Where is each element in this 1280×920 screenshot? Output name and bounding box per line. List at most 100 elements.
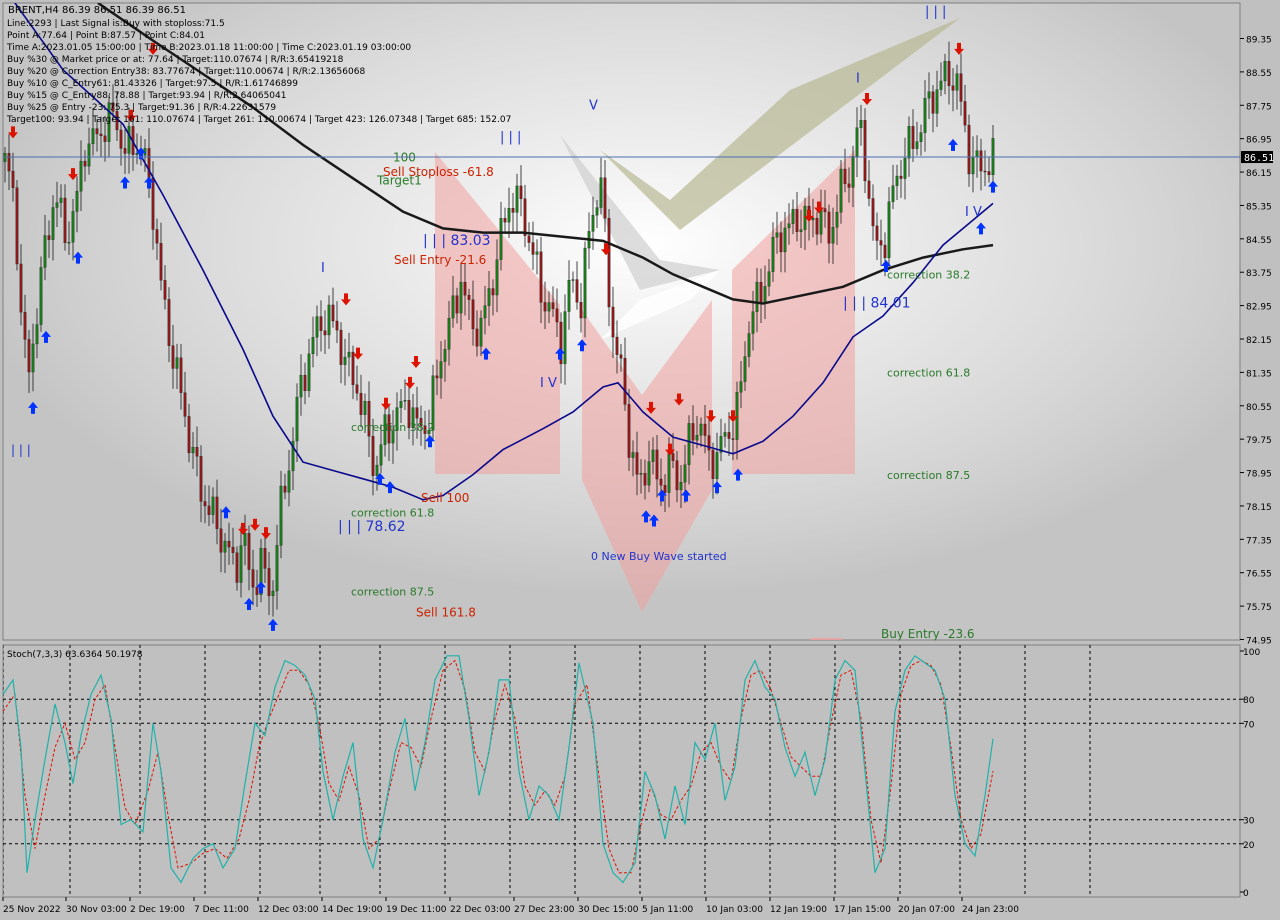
candle-down <box>795 209 799 232</box>
candle-down <box>467 295 471 300</box>
candle-up <box>851 156 855 188</box>
chart-annotation: correction 87.5 <box>351 586 434 599</box>
signal-info-line: Line:2293 | Last Signal is:Buy with stop… <box>7 19 225 29</box>
signal-info-line: Point A:77.64 | Point B:87.57 | Point C:… <box>7 31 205 41</box>
candle-down <box>983 170 987 173</box>
chart-canvas[interactable]: Sell Stoploss -61.8100Target1| | | 83.03… <box>0 0 1280 920</box>
candle-down <box>199 456 203 502</box>
candle-up <box>791 209 795 224</box>
candle-up <box>59 197 63 203</box>
time-tick-label: 19 Dec 11:00 <box>386 905 447 915</box>
chart-annotation: V <box>589 98 598 113</box>
candle-down <box>263 548 267 569</box>
price-tick-label: 87.75 <box>1246 102 1272 112</box>
candle-up <box>943 61 947 82</box>
candle-down <box>863 120 867 182</box>
candle-up <box>639 473 643 475</box>
chart-annotation: | | | 78.62 <box>338 519 406 535</box>
candle-down <box>607 218 611 308</box>
candle-up <box>831 227 835 244</box>
candle-up <box>567 279 571 312</box>
candle-up <box>599 177 603 208</box>
price-tick-label: 76.55 <box>1246 570 1272 580</box>
candle-down <box>355 384 359 394</box>
candle-up <box>971 156 975 175</box>
candle-down <box>435 375 439 379</box>
candle-down <box>123 148 127 154</box>
chart-annotation: Sell 100 <box>421 491 469 505</box>
stoch-tick-label: 20 <box>1243 841 1255 851</box>
candle-down <box>323 330 327 336</box>
candle-down <box>899 175 903 179</box>
candle-up <box>819 208 823 235</box>
candle-down <box>967 124 971 175</box>
candle-up <box>839 168 843 213</box>
candle-up <box>751 311 755 334</box>
candle-down <box>227 540 231 548</box>
candle-down <box>539 251 543 303</box>
chart-annotation: correction 61.8 <box>887 367 970 380</box>
candle-down <box>519 185 523 199</box>
candle-down <box>99 133 103 137</box>
candle-down <box>655 449 659 480</box>
candle-up <box>651 449 655 462</box>
time-tick-label: 17 Jan 15:00 <box>834 905 891 915</box>
candle-up <box>51 207 55 240</box>
candle-up <box>439 361 443 379</box>
candle-down <box>883 244 887 259</box>
candle-down <box>195 447 199 457</box>
candle-up <box>495 259 499 296</box>
candle-up <box>403 400 407 402</box>
candle-up <box>715 452 719 479</box>
candle-down <box>611 306 615 338</box>
stochastic-axis: 100 80 70 30 20 0 <box>1240 648 1260 899</box>
candle-down <box>247 533 251 570</box>
candle-up <box>939 80 943 90</box>
price-tick-label: 77.35 <box>1246 536 1272 546</box>
chart-annotation: | | | <box>11 443 31 457</box>
candle-down <box>911 126 915 149</box>
candle-up <box>927 91 931 99</box>
candle-up <box>451 295 455 319</box>
candle-down <box>527 235 531 243</box>
candle-down <box>359 393 363 415</box>
candle-down <box>47 235 51 240</box>
candle-down <box>659 478 663 486</box>
candle-up <box>191 447 195 454</box>
candle-up <box>91 128 95 145</box>
candle-up <box>347 351 351 358</box>
candle-up <box>35 324 39 345</box>
stoch-tick-label: 100 <box>1243 648 1260 658</box>
price-axis: 89.35 88.55 87.75 86.95 86.15 85.35 84.55 83.75… <box>1240 36 1272 647</box>
candle-down <box>415 407 419 419</box>
candle-down <box>267 568 271 596</box>
candle-down <box>575 279 579 303</box>
candle-down <box>27 339 31 373</box>
candle-up <box>571 279 575 281</box>
candle-down <box>931 91 935 114</box>
candle-down <box>11 170 15 188</box>
stoch-tick-label: 0 <box>1243 889 1249 899</box>
candle-up <box>755 281 759 312</box>
candle-up <box>771 236 775 272</box>
candle-up <box>315 316 319 338</box>
candle-up <box>299 374 303 398</box>
price-tick-label: 86.95 <box>1246 136 1272 146</box>
candle-up <box>87 143 91 167</box>
chart-annotation: Buy Entry -23.6 <box>881 627 975 641</box>
time-tick-label: 30 Dec 15:00 <box>578 905 639 915</box>
chart-annotation: I V <box>540 376 557 391</box>
candle-up <box>443 349 447 362</box>
price-tick-label: 84.55 <box>1246 236 1272 246</box>
candle-up <box>903 158 907 179</box>
price-tick-label: 74.95 <box>1246 637 1272 647</box>
candle-down <box>475 328 479 347</box>
candle-up <box>919 132 923 142</box>
signal-info-line: Buy %20 @ Correction Entry38: 83.77674 |… <box>7 67 365 77</box>
candle-down <box>635 452 639 475</box>
price-tick-label: 78.95 <box>1246 470 1272 480</box>
time-tick-label: 22 Dec 03:00 <box>450 905 511 915</box>
candle-down <box>551 302 555 309</box>
signal-info-line: Buy %30 @ Market price or at: 77.64 | Ta… <box>7 55 344 65</box>
signal-info-line: Target100: 93.94 | Target 161: 110.07674… <box>6 115 511 125</box>
